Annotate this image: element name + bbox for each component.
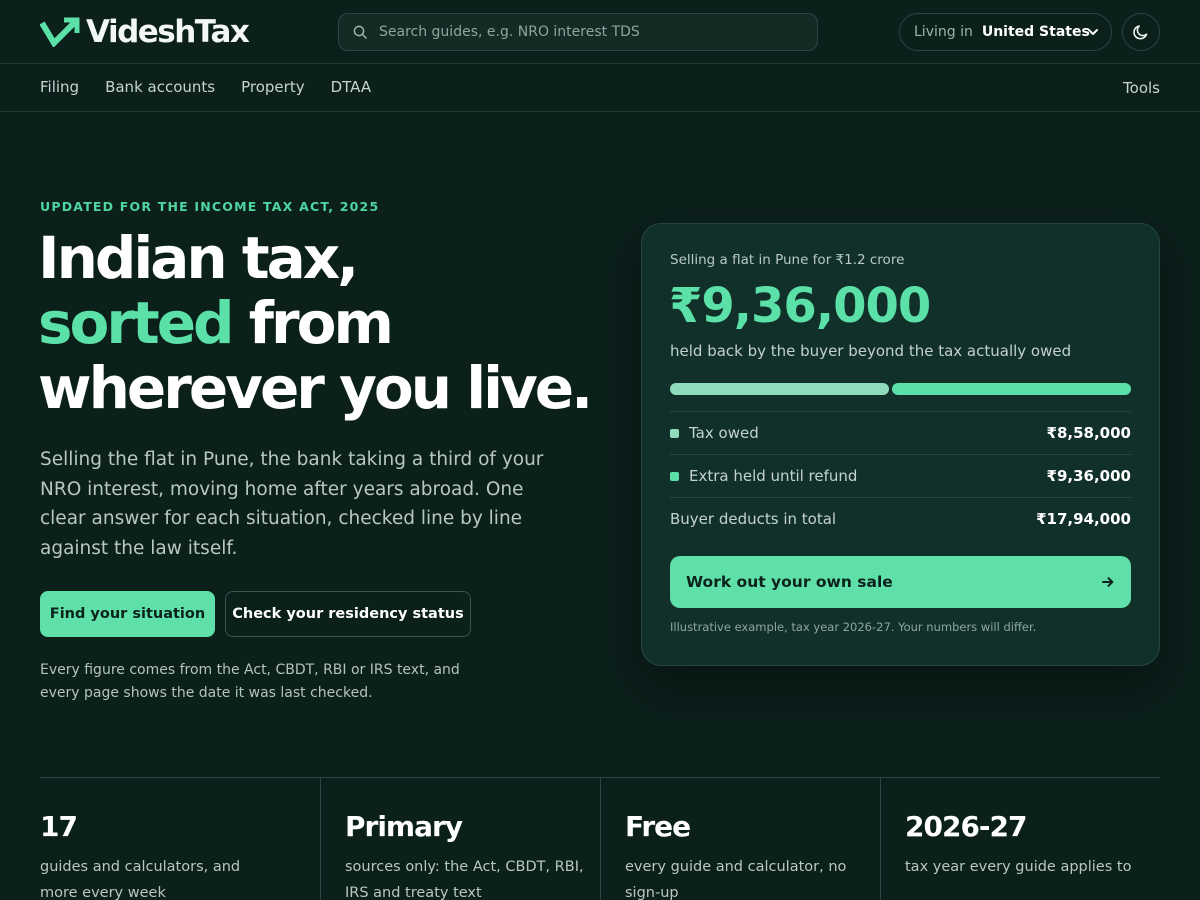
card-subtitle: Selling a flat in Pune for ₹1.2 crore bbox=[670, 252, 905, 268]
breakdown-row-extra-held: Extra held until refund ₹9,36,000 bbox=[670, 454, 1131, 497]
bar-segment-tax-owed bbox=[670, 383, 889, 395]
stat-value: Free bbox=[625, 810, 691, 843]
example-card: Selling a flat in Pune for ₹1.2 crore ₹9… bbox=[641, 223, 1160, 666]
chevron-down-icon bbox=[1088, 29, 1098, 35]
stat-price: Free every guide and calculator, no sign… bbox=[600, 778, 880, 900]
stat-desc: guides and calculators, and more every w… bbox=[40, 859, 241, 900]
row-label-total: Buyer deducts in total bbox=[670, 510, 837, 528]
stats-strip: 17 guides and calculators, and more ever… bbox=[40, 777, 1160, 900]
breakdown-rows: Tax owed ₹8,58,000 Extra held until refu… bbox=[670, 411, 1131, 540]
logo-check-arrow-icon bbox=[40, 17, 80, 47]
work-out-sale-label: Work out your own sale bbox=[686, 573, 893, 591]
hero-footnote: Every figure comes from the Act, CBDT, R… bbox=[40, 662, 460, 701]
brand-logo[interactable]: VideshTax bbox=[40, 14, 250, 50]
brand-name: VideshTax bbox=[86, 14, 250, 50]
stat-tax-year: 2026-27 tax year every guide applies to bbox=[880, 778, 1160, 900]
row-label-extra-held: Extra held until refund bbox=[689, 467, 858, 485]
search-icon bbox=[353, 25, 367, 39]
stat-desc: tax year every guide applies to bbox=[905, 859, 1132, 875]
hero-eyebrow: UPDATED FOR THE INCOME TAX ACT, 2025 bbox=[40, 199, 380, 214]
top-bar: VideshTax Living in United States bbox=[0, 0, 1200, 64]
region-selected-value: United States bbox=[981, 24, 1090, 40]
headline-line-1: Indian tax, bbox=[38, 224, 359, 292]
theme-toggle-button[interactable] bbox=[1122, 13, 1160, 51]
work-out-sale-button[interactable]: Work out your own sale bbox=[670, 556, 1131, 608]
nav-right: Tools bbox=[1123, 78, 1160, 97]
check-residency-button[interactable]: Check your residency status bbox=[225, 591, 471, 637]
nav-links: Filing Bank accounts Property DTAA bbox=[40, 78, 371, 96]
headline-accent: sorted bbox=[38, 289, 235, 357]
nav-item-filing[interactable]: Filing bbox=[40, 78, 79, 96]
arrow-right-icon bbox=[1102, 577, 1114, 587]
stat-desc: every guide and calculator, no sign-up bbox=[625, 859, 847, 900]
bar-segment-extra-held bbox=[892, 383, 1131, 395]
stat-desc: sources only: the Act, CBDT, RBI, IRS an… bbox=[345, 859, 584, 900]
hero-lede: Selling the flat in Pune, the bank takin… bbox=[40, 449, 544, 559]
stat-guides: 17 guides and calculators, and more ever… bbox=[40, 778, 320, 900]
nav-item-tools[interactable]: Tools bbox=[1123, 79, 1160, 97]
row-label-tax-owed: Tax owed bbox=[689, 424, 759, 442]
nav-item-bank-accounts[interactable]: Bank accounts bbox=[105, 78, 215, 96]
moon-icon bbox=[1133, 25, 1148, 40]
nav-item-dtaa[interactable]: DTAA bbox=[331, 78, 372, 96]
nav-item-property[interactable]: Property bbox=[241, 78, 304, 96]
row-value-extra-held: ₹9,36,000 bbox=[1046, 467, 1131, 485]
headline-line-2-rest: from bbox=[231, 289, 394, 357]
hero-headline: Indian tax, sorted from wherever you liv… bbox=[38, 226, 618, 421]
breakdown-row-total: Buyer deducts in total ₹17,94,000 bbox=[670, 497, 1131, 540]
search-input[interactable] bbox=[379, 24, 817, 40]
card-note: Illustrative example, tax year 2026-27. … bbox=[670, 620, 1037, 634]
card-caption: held back by the buyer beyond the tax ac… bbox=[670, 342, 1072, 360]
stat-sources: Primary sources only: the Act, CBDT, RBI… bbox=[320, 778, 600, 900]
breakdown-bar bbox=[670, 383, 1131, 395]
row-value-total: ₹17,94,000 bbox=[1036, 510, 1131, 528]
card-amount: ₹9,36,000 bbox=[669, 278, 931, 334]
region-label: Living in bbox=[914, 24, 973, 40]
legend-swatch-extra-held bbox=[670, 471, 679, 481]
main-nav: Filing Bank accounts Property DTAA Tools bbox=[0, 64, 1200, 112]
legend-swatch-tax-owed bbox=[670, 428, 679, 438]
region-select[interactable]: Living in United States bbox=[899, 13, 1112, 51]
stat-value: 2026-27 bbox=[905, 810, 1028, 843]
stat-value: Primary bbox=[345, 810, 463, 843]
stat-value: 17 bbox=[40, 810, 78, 843]
headline-line-3: wherever you live. bbox=[38, 354, 593, 422]
search-box[interactable] bbox=[338, 13, 818, 51]
row-value-tax-owed: ₹8,58,000 bbox=[1046, 424, 1131, 442]
breakdown-row-tax-owed: Tax owed ₹8,58,000 bbox=[670, 411, 1131, 454]
find-situation-button[interactable]: Find your situation bbox=[40, 591, 215, 637]
